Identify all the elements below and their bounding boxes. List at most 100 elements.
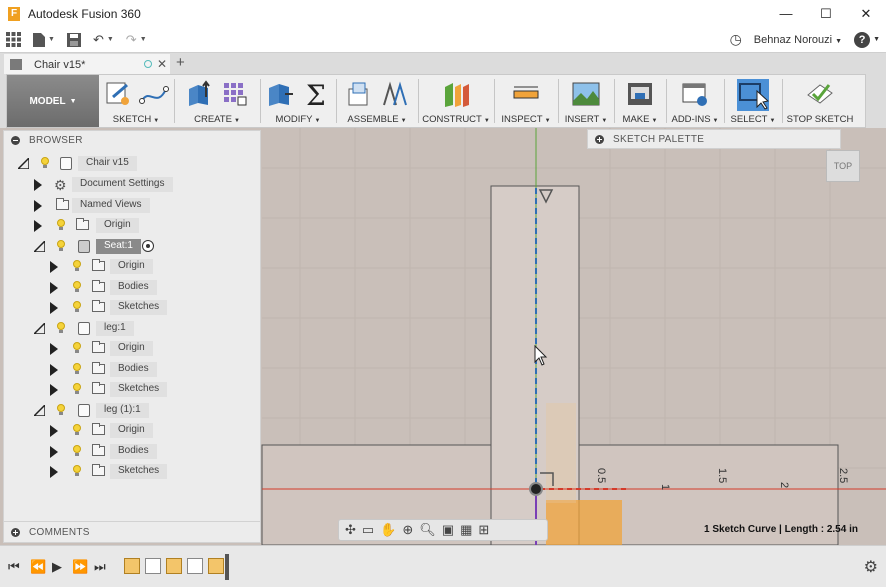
- file-menu-button[interactable]: ▼: [27, 27, 61, 52]
- job-status-icon[interactable]: ◷: [730, 31, 742, 48]
- minimize-button[interactable]: —: [766, 0, 806, 27]
- close-button[interactable]: ✕: [846, 0, 886, 27]
- visibility-bulb-icon[interactable]: [56, 240, 66, 252]
- collapsed-triangle-icon[interactable]: [50, 302, 58, 314]
- collapsed-triangle-icon[interactable]: [50, 446, 58, 458]
- press-pull-icon[interactable]: [265, 79, 295, 109]
- timeline-settings-gear-icon[interactable]: ⚙: [864, 557, 878, 577]
- step-back-button[interactable]: ⏪: [30, 559, 46, 575]
- zoom-icon[interactable]: ⊕: [402, 522, 413, 538]
- stop-sketch-icon[interactable]: [805, 79, 835, 109]
- visibility-bulb-icon[interactable]: [72, 260, 82, 272]
- expanded-triangle-icon[interactable]: [18, 158, 29, 169]
- collapsed-triangle-icon[interactable]: [50, 384, 58, 396]
- collapsed-triangle-icon[interactable]: [50, 261, 58, 273]
- sigma-icon[interactable]: Σ: [301, 79, 331, 112]
- inspect-group[interactable]: INSPECT ▼: [497, 75, 555, 127]
- collapsed-triangle-icon[interactable]: [34, 200, 42, 212]
- close-tab-icon[interactable]: ✕: [157, 57, 167, 71]
- expanded-triangle-icon[interactable]: [34, 241, 45, 252]
- redo-button[interactable]: ↷ ▼: [120, 27, 153, 52]
- expanded-triangle-icon[interactable]: [34, 323, 45, 334]
- collapse-icon[interactable]: [11, 136, 20, 145]
- go-to-start-button[interactable]: ⏮: [8, 559, 20, 575]
- visibility-bulb-icon[interactable]: [56, 322, 66, 334]
- visibility-bulb-icon[interactable]: [72, 424, 82, 436]
- user-menu[interactable]: Behnaz Norouzi ▼: [754, 34, 842, 46]
- assemble-group[interactable]: ASSEMBLE ▼: [339, 75, 415, 127]
- sketch-group[interactable]: SKETCH ▼: [101, 75, 171, 127]
- step-forward-button[interactable]: ⏩: [72, 559, 88, 575]
- collapsed-triangle-icon[interactable]: [50, 343, 58, 355]
- visibility-bulb-icon[interactable]: [56, 404, 66, 416]
- timeline-sketch-feature[interactable]: [124, 558, 140, 574]
- comments-panel[interactable]: COMMENTS: [3, 521, 261, 543]
- pan-icon[interactable]: ✋: [380, 522, 396, 538]
- grid-settings-icon[interactable]: ▦: [460, 522, 472, 538]
- maximize-button[interactable]: ☐: [806, 0, 846, 27]
- visibility-bulb-icon[interactable]: [72, 281, 82, 293]
- collapsed-triangle-icon[interactable]: [34, 179, 42, 191]
- add-ins-group[interactable]: ADD-INS ▼: [669, 75, 721, 127]
- select-icon[interactable]: [737, 79, 770, 111]
- collapsed-triangle-icon[interactable]: [50, 364, 58, 376]
- visibility-bulb-icon[interactable]: [72, 363, 82, 375]
- scripts-icon[interactable]: [680, 79, 710, 109]
- construct-group[interactable]: CONSTRUCT ▼: [421, 75, 491, 127]
- new-component-icon[interactable]: [344, 79, 374, 109]
- collapsed-triangle-icon[interactable]: [50, 466, 58, 478]
- insert-group[interactable]: INSERT ▼: [561, 75, 611, 127]
- offset-plane-icon[interactable]: [441, 79, 471, 109]
- save-button[interactable]: [61, 27, 87, 52]
- visibility-bulb-icon[interactable]: [56, 219, 66, 231]
- new-tab-button[interactable]: +: [176, 54, 185, 71]
- orbit-icon[interactable]: ✣: [345, 522, 356, 538]
- go-to-end-button[interactable]: ⏭: [94, 559, 106, 575]
- collapsed-triangle-icon[interactable]: [50, 282, 58, 294]
- viewports-icon[interactable]: ⊞: [478, 522, 489, 538]
- select-group[interactable]: SELECT ▼: [727, 75, 779, 127]
- pattern-icon[interactable]: [220, 79, 250, 109]
- insert-image-icon[interactable]: [571, 79, 601, 109]
- create-group[interactable]: CREATE ▼: [177, 75, 257, 127]
- timeline-sketch-feature[interactable]: [208, 558, 224, 574]
- visibility-bulb-icon[interactable]: [40, 157, 50, 169]
- document-tab[interactable]: Chair v15* ✕: [4, 54, 170, 75]
- visibility-bulb-icon[interactable]: [72, 465, 82, 477]
- extrude-icon[interactable]: [184, 79, 214, 109]
- data-panel-button[interactable]: [0, 27, 27, 52]
- display-settings-icon[interactable]: ▣: [442, 522, 454, 538]
- modify-group[interactable]: Σ MODIFY ▼: [263, 75, 333, 127]
- expand-icon[interactable]: [595, 134, 604, 144]
- workspace-switcher[interactable]: MODEL ▼: [7, 75, 99, 127]
- expanded-triangle-icon[interactable]: [34, 405, 45, 416]
- timeline-sketch-feature[interactable]: [166, 558, 182, 574]
- activate-radio-icon[interactable]: [142, 240, 154, 252]
- visibility-bulb-icon[interactable]: [72, 383, 82, 395]
- view-cube-face[interactable]: TOP: [834, 161, 852, 171]
- undo-button[interactable]: ↶ ▼: [87, 27, 120, 52]
- visibility-bulb-icon[interactable]: [72, 445, 82, 457]
- play-button[interactable]: ▶: [52, 559, 62, 575]
- sketch-palette[interactable]: SKETCH PALETTE: [587, 129, 841, 149]
- timeline-extrude-feature[interactable]: [145, 558, 161, 574]
- help-menu[interactable]: ? ▼: [854, 31, 880, 48]
- 3d-print-icon[interactable]: [625, 79, 655, 109]
- visibility-bulb-icon[interactable]: [72, 342, 82, 354]
- visibility-bulb-icon[interactable]: [72, 301, 82, 313]
- timeline-extrude-feature[interactable]: [187, 558, 203, 574]
- look-at-icon[interactable]: ▭: [362, 522, 374, 538]
- measure-icon[interactable]: [511, 79, 541, 109]
- collapsed-triangle-icon[interactable]: [50, 425, 58, 437]
- joint-icon[interactable]: [380, 79, 410, 109]
- make-group[interactable]: MAKE ▼: [617, 75, 663, 127]
- create-sketch-icon[interactable]: [103, 79, 133, 109]
- timeline-marker[interactable]: [225, 554, 229, 580]
- expand-icon[interactable]: [11, 527, 20, 537]
- stop-sketch-group[interactable]: STOP SKETCH: [785, 75, 855, 127]
- view-cube[interactable]: TOP: [826, 150, 860, 182]
- browser-header[interactable]: BROWSER: [4, 131, 260, 150]
- fit-icon[interactable]: 🔍︎: [419, 522, 436, 538]
- collapsed-triangle-icon[interactable]: [34, 220, 42, 232]
- spline-icon[interactable]: [139, 79, 169, 109]
